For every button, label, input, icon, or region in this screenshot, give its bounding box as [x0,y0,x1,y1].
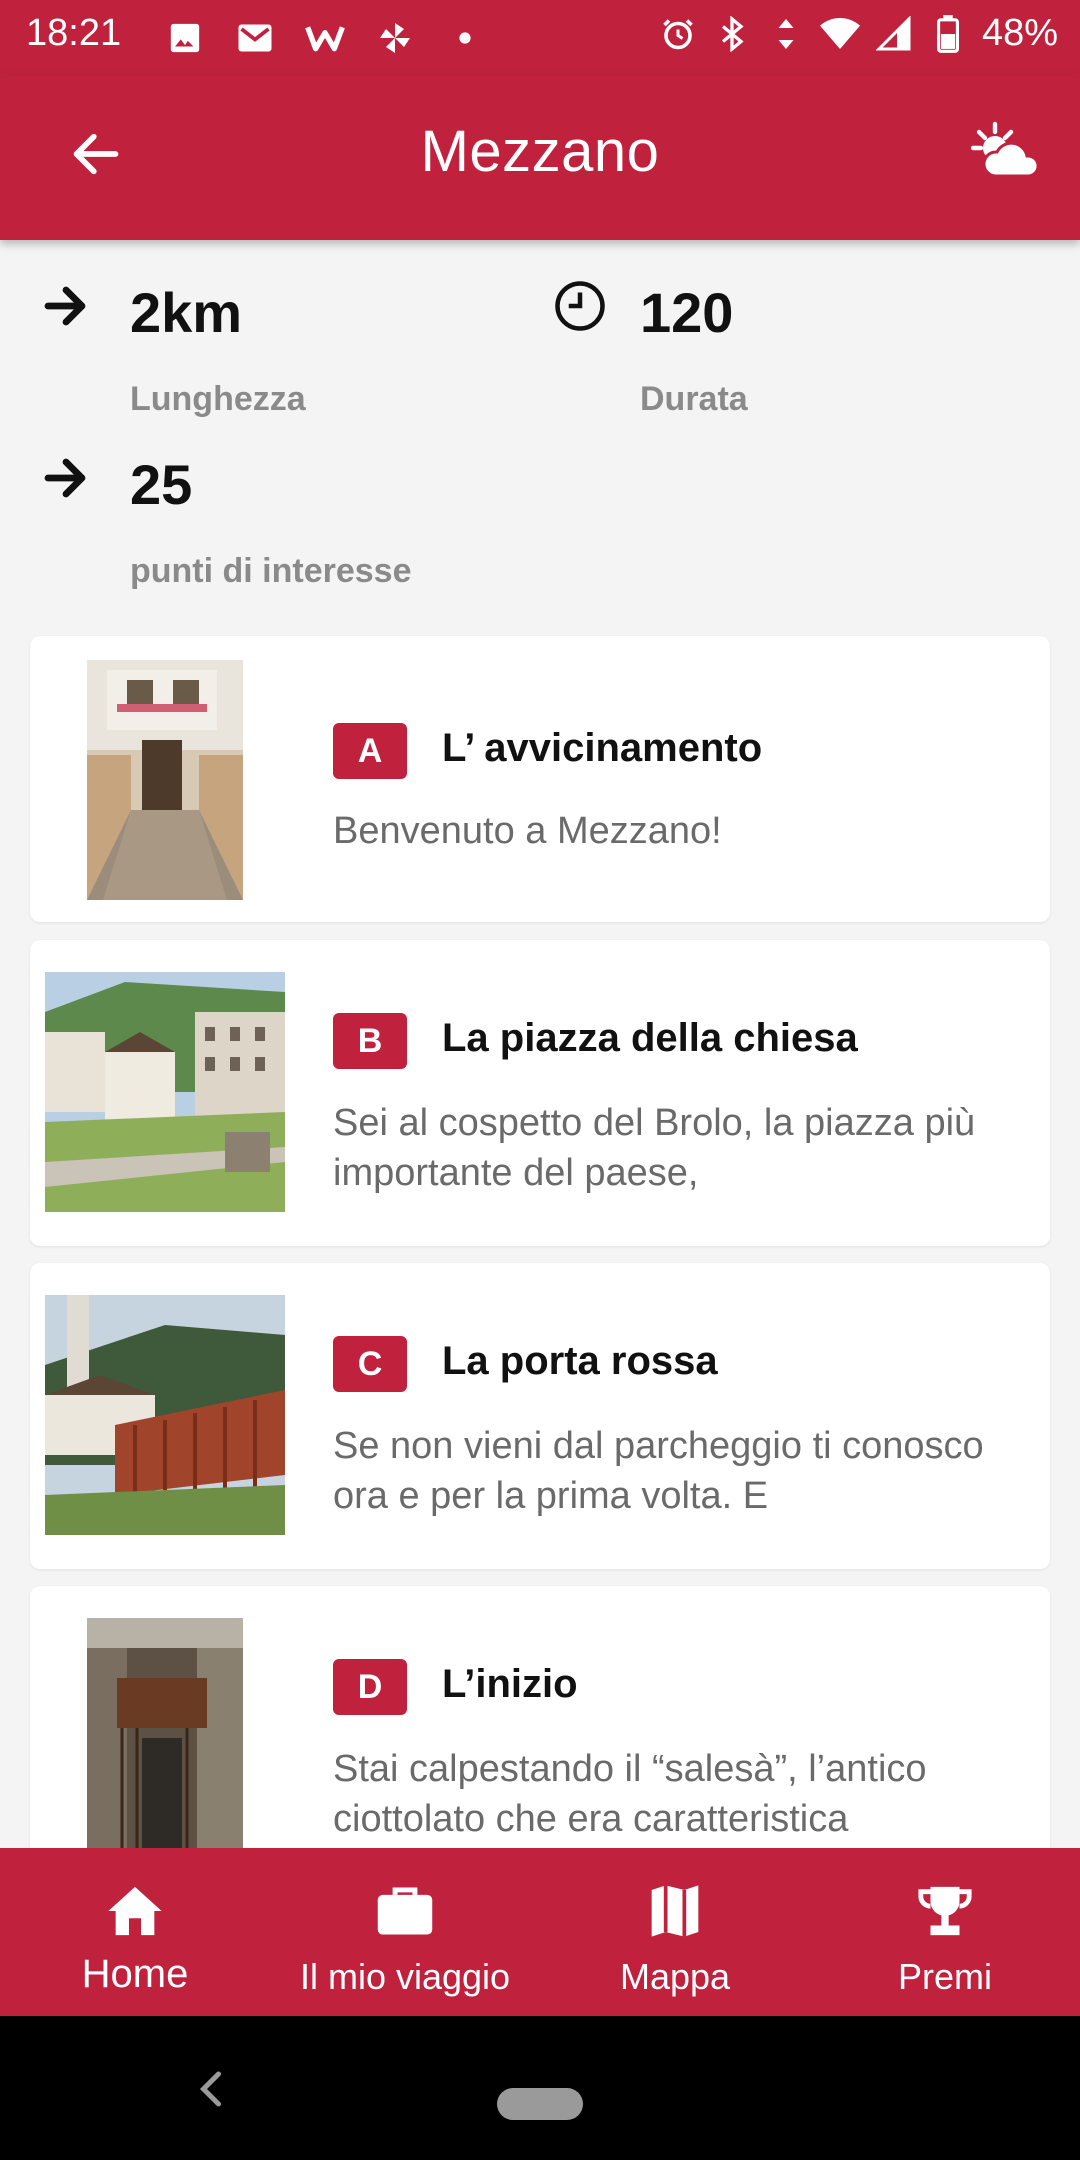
battery-percent: 48% [981,12,1058,54]
nav-label: Il mio viaggio [299,1956,511,1997]
bottom-navigation: Home Il mio viaggio Mappa Premi [0,1848,1080,2016]
stop-card-a[interactable]: A L’ avvicinamento Benvenuto a Mezzano! [30,636,1050,922]
stop-title: L’ avvicinamento [442,726,763,770]
system-home-pill[interactable] [497,2088,583,2120]
wifi-icon [819,14,860,54]
stop-letter-badge: C [333,1336,407,1392]
route-stats: 2km Lunghezza 120 Durata 25 punti di int… [0,240,1080,630]
nav-my-trip[interactable]: Il mio viaggio [270,1848,540,2016]
clock-icon [552,278,608,334]
length-label: Lunghezza [130,380,306,418]
status-time: 18:21 [26,12,122,54]
data-arrows-icon [766,14,806,54]
page-title: Mezzano [420,119,660,184]
stop-description: Sei al cospetto del Brolo, la piazza più… [333,1102,976,1194]
status-system-icons: 48% [658,12,1058,55]
stop-thumbnail [45,1295,285,1535]
pinwheel-icon [375,18,415,58]
nav-label: Premi [897,1956,992,1997]
stop-card-b[interactable]: B La piazza della chiesa Sei al cospetto… [30,940,1050,1246]
stop-title: L’inizio [442,1662,578,1706]
stop-title: La porta rossa [442,1339,718,1383]
alarm-icon [658,14,698,54]
system-back-button[interactable] [186,2064,236,2114]
stop-title: La piazza della chiesa [442,1016,858,1060]
nav-label: Mappa [619,1956,731,1997]
nav-prizes[interactable]: Premi [810,1848,1080,2016]
stop-description: Se non vieni dal parcheggio ti conosco o… [333,1425,984,1517]
home-icon [104,1880,166,1942]
system-navigation-bar [0,2016,1080,2160]
weather-cloud-sun-icon [970,120,1043,189]
length-value: 2km [130,281,243,344]
weather-button[interactable] [962,114,1052,194]
stop-letter-badge: D [333,1659,407,1715]
gmail-icon [235,18,275,58]
stop-thumbnail [45,972,285,1212]
stop-card-c[interactable]: C La porta rossa Se non vieni dal parche… [30,1263,1050,1569]
stop-description: Stai calpestando il “salesà”, l’antico c… [333,1748,927,1840]
stop-letter-badge: A [333,723,407,779]
image-icon [165,18,205,58]
dot-icon [445,18,485,58]
stop-card-d[interactable]: D L’inizio Stai calpestando il “salesà”,… [30,1586,1050,1886]
poi-label: punti di interesse [130,552,412,590]
duration-value: 120 [640,281,734,344]
bluetooth-icon [712,14,752,54]
stop-description: Benvenuto a Mezzano! [333,810,722,852]
stop-thumbnail [87,660,243,900]
map-icon [644,1880,706,1942]
stop-letter-badge: B [333,1013,407,1069]
trophy-icon [914,1880,976,1942]
status-notification-icons [165,18,485,58]
arrow-right-icon [38,278,94,334]
nav-label: Home [81,1952,189,1996]
battery-icon [928,14,968,54]
status-bar: 18:21 48% [0,0,1080,74]
app-bar: Mezzano [0,74,1080,240]
stop-thumbnail [87,1618,243,1858]
poi-value: 25 [130,453,193,516]
arrow-right-icon [38,450,94,506]
duration-label: Durata [640,380,748,418]
briefcase-icon [374,1880,436,1942]
w-app-icon [305,18,345,58]
signal-icon [874,14,914,54]
nav-map[interactable]: Mappa [540,1848,810,2016]
nav-home[interactable]: Home [0,1848,270,2016]
